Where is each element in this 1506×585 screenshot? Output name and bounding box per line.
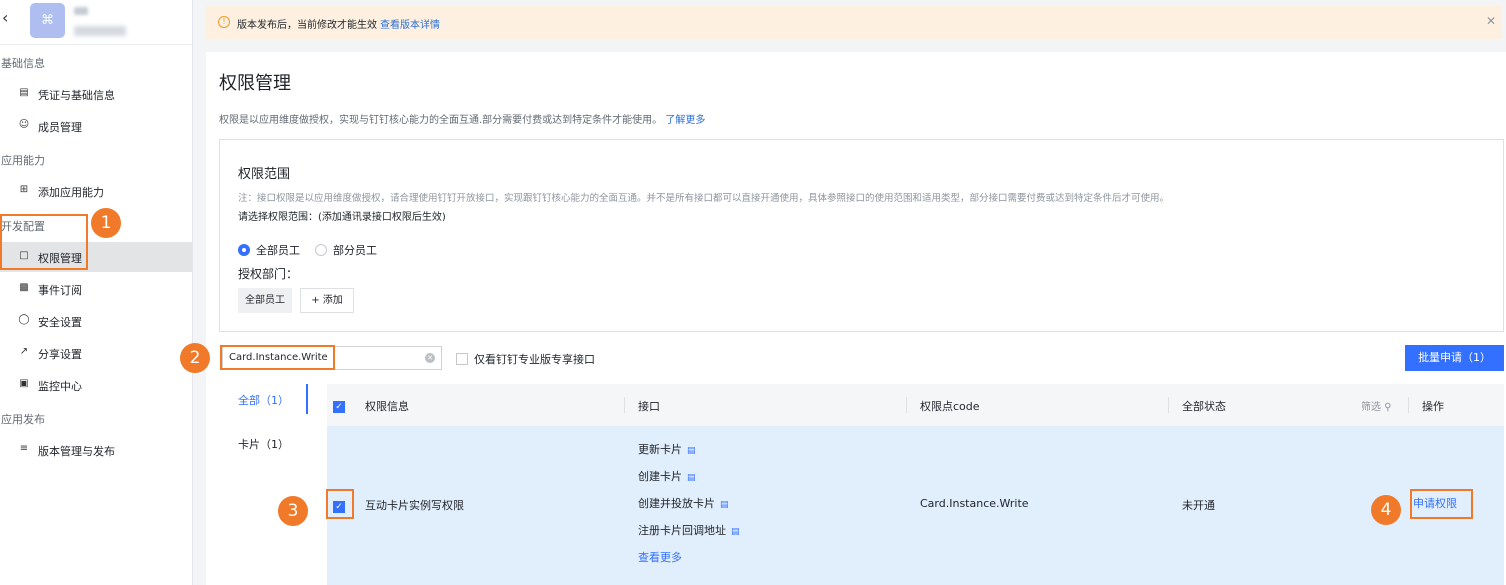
permission-name: 互动卡片实例写权限: [365, 499, 464, 512]
scope-note: 注：接口权限是以应用维度做授权，请合理使用钉钉开放接口，实现跟钉钉核心能力的全面…: [238, 193, 1170, 204]
annotation-badge-1: 1: [91, 208, 121, 238]
annotation-box-3: [326, 489, 354, 519]
batch-apply-button[interactable]: 批量申请（1）: [1405, 345, 1504, 371]
app-header: ‹ ⌘: [0, 0, 192, 45]
doc-icon[interactable]: ▤: [731, 527, 740, 537]
api-item[interactable]: 创建并投放卡片 ▤: [638, 495, 729, 511]
checkbox-checked-icon: ✓: [333, 401, 345, 413]
api-item[interactable]: 创建卡片 ▤: [638, 468, 696, 484]
sidebar-item-versions[interactable]: ≡ 版本管理与发布: [0, 435, 192, 465]
permission-table: ✓ 权限信息 接口 权限点code 全部状态 筛选 ⚲ 操作 ✓ 互动卡片实例写…: [327, 384, 1504, 585]
member-icon: ☺: [18, 119, 30, 130]
doc-icon[interactable]: ▤: [720, 500, 729, 510]
annotation-badge-3: 3: [278, 496, 308, 526]
filter-button[interactable]: 筛选 ⚲: [1361, 398, 1392, 413]
grid-icon: ⊞: [19, 184, 29, 195]
dept-label: 授权部门：: [238, 267, 299, 281]
add-dept-button[interactable]: + 添加: [300, 288, 354, 313]
event-icon: ▩: [19, 282, 29, 293]
main-panel: 权限管理 权限是以应用维度做授权，实现与钉钉核心能力的全面互通.部分需要付费或达…: [206, 52, 1506, 585]
app-icon: ⌘: [30, 3, 65, 38]
radio-some-staff[interactable]: 部分员工: [315, 242, 377, 258]
table-row[interactable]: ✓ 互动卡片实例写权限 更新卡片 ▤ 创建卡片 ▤ 创建并投放卡片 ▤ 注册卡片回调地…: [327, 426, 1504, 585]
annotation-box-4: [1410, 489, 1473, 519]
page-description: 权限是以应用维度做授权，实现与钉钉核心能力的全面互通.部分需要付费或达到特定条件…: [219, 115, 706, 126]
monitor-icon: ▣: [19, 378, 29, 389]
scope-prompt: 请选择权限范围：(添加通讯录接口权限后生效): [238, 212, 446, 223]
view-version-link[interactable]: 查看版本详情: [380, 20, 440, 31]
plus-icon: +: [311, 295, 320, 306]
info-icon: !: [218, 16, 230, 28]
annotation-box-2: [220, 345, 335, 370]
sidebar-item-security[interactable]: ◯ 安全设置: [0, 306, 192, 336]
close-icon[interactable]: ✕: [1486, 14, 1496, 28]
doc-icon[interactable]: ▤: [687, 446, 696, 456]
chevron-left-icon[interactable]: ‹: [2, 8, 8, 27]
credential-icon: ▤: [19, 87, 29, 98]
sidebar-item-events[interactable]: ▩ 事件订阅: [0, 274, 192, 304]
page-title: 权限管理: [219, 73, 291, 94]
app-subtitle-blurred: [74, 26, 126, 36]
header-code: 权限点code: [920, 400, 980, 413]
select-all-checkbox[interactable]: ✓: [333, 397, 351, 413]
category-tabs: 全部（1） 卡片（1）: [226, 384, 308, 584]
section-publish: 应用发布: [1, 413, 45, 426]
sidebar: ‹ ⌘ 基础信息 ▤ 凭证与基础信息 ☺ 成员管理 应用能力 ⊞ 添加应用能力 …: [0, 0, 193, 585]
header-status: 全部状态: [1182, 400, 1226, 413]
status-badge: 未开通: [1182, 499, 1215, 512]
view-more-link[interactable]: 查看更多: [638, 549, 682, 565]
banner-text: 版本发布后，当前修改才能生效: [237, 20, 377, 31]
only-pro-checkbox[interactable]: 仅看钉钉专业版专享接口: [456, 351, 595, 367]
dept-tag: 全部员工: [238, 288, 292, 313]
checkbox-unchecked-icon: [456, 353, 468, 365]
app-name-blurred: [74, 7, 88, 15]
sidebar-item-share[interactable]: ↗ 分享设置: [0, 338, 192, 368]
shield-icon: ◯: [18, 314, 30, 325]
layers-icon: ≡: [19, 443, 29, 454]
sidebar-item-credentials[interactable]: ▤ 凭证与基础信息: [0, 79, 192, 109]
learn-more-link[interactable]: 了解更多: [665, 115, 705, 126]
section-basic: 基础信息: [1, 57, 45, 70]
annotation-badge-4: 4: [1371, 495, 1401, 525]
api-item[interactable]: 注册卡片回调地址 ▤: [638, 522, 740, 538]
permission-code: Card.Instance.Write: [920, 497, 1029, 510]
table-header: ✓ 权限信息 接口 权限点code 全部状态 筛选 ⚲ 操作: [327, 384, 1504, 426]
header-api: 接口: [638, 400, 660, 413]
header-info: 权限信息: [365, 400, 409, 413]
tab-active-indicator: [306, 384, 308, 414]
doc-icon[interactable]: ▤: [687, 473, 696, 483]
section-capability: 应用能力: [1, 154, 45, 167]
radio-all-staff[interactable]: 全部员工: [238, 242, 300, 258]
annotation-box-1: [0, 214, 88, 270]
scope-title: 权限范围: [238, 167, 291, 182]
sidebar-item-monitor[interactable]: ▣ 监控中心: [0, 370, 192, 400]
scope-panel: 权限范围 注：接口权限是以应用维度做授权，请合理使用钉钉开放接口，实现跟钉钉核心…: [219, 139, 1504, 332]
header-action: 操作: [1422, 400, 1444, 413]
clear-icon[interactable]: ✕: [425, 353, 435, 363]
tab-card[interactable]: 卡片（1）: [238, 436, 289, 452]
api-item[interactable]: 更新卡片 ▤: [638, 441, 696, 457]
sidebar-item-add-capability[interactable]: ⊞ 添加应用能力: [0, 176, 192, 206]
search-icon: ⚲: [1384, 402, 1392, 413]
notice-banner: ! 版本发布后，当前修改才能生效 查看版本详情 ✕: [206, 6, 1502, 39]
tab-all[interactable]: 全部（1）: [238, 392, 289, 408]
sidebar-item-members[interactable]: ☺ 成员管理: [0, 111, 192, 141]
radio-checked-icon: [238, 244, 250, 256]
annotation-badge-2: 2: [180, 343, 210, 373]
share-icon: ↗: [19, 346, 29, 357]
radio-unchecked-icon: [315, 244, 327, 256]
